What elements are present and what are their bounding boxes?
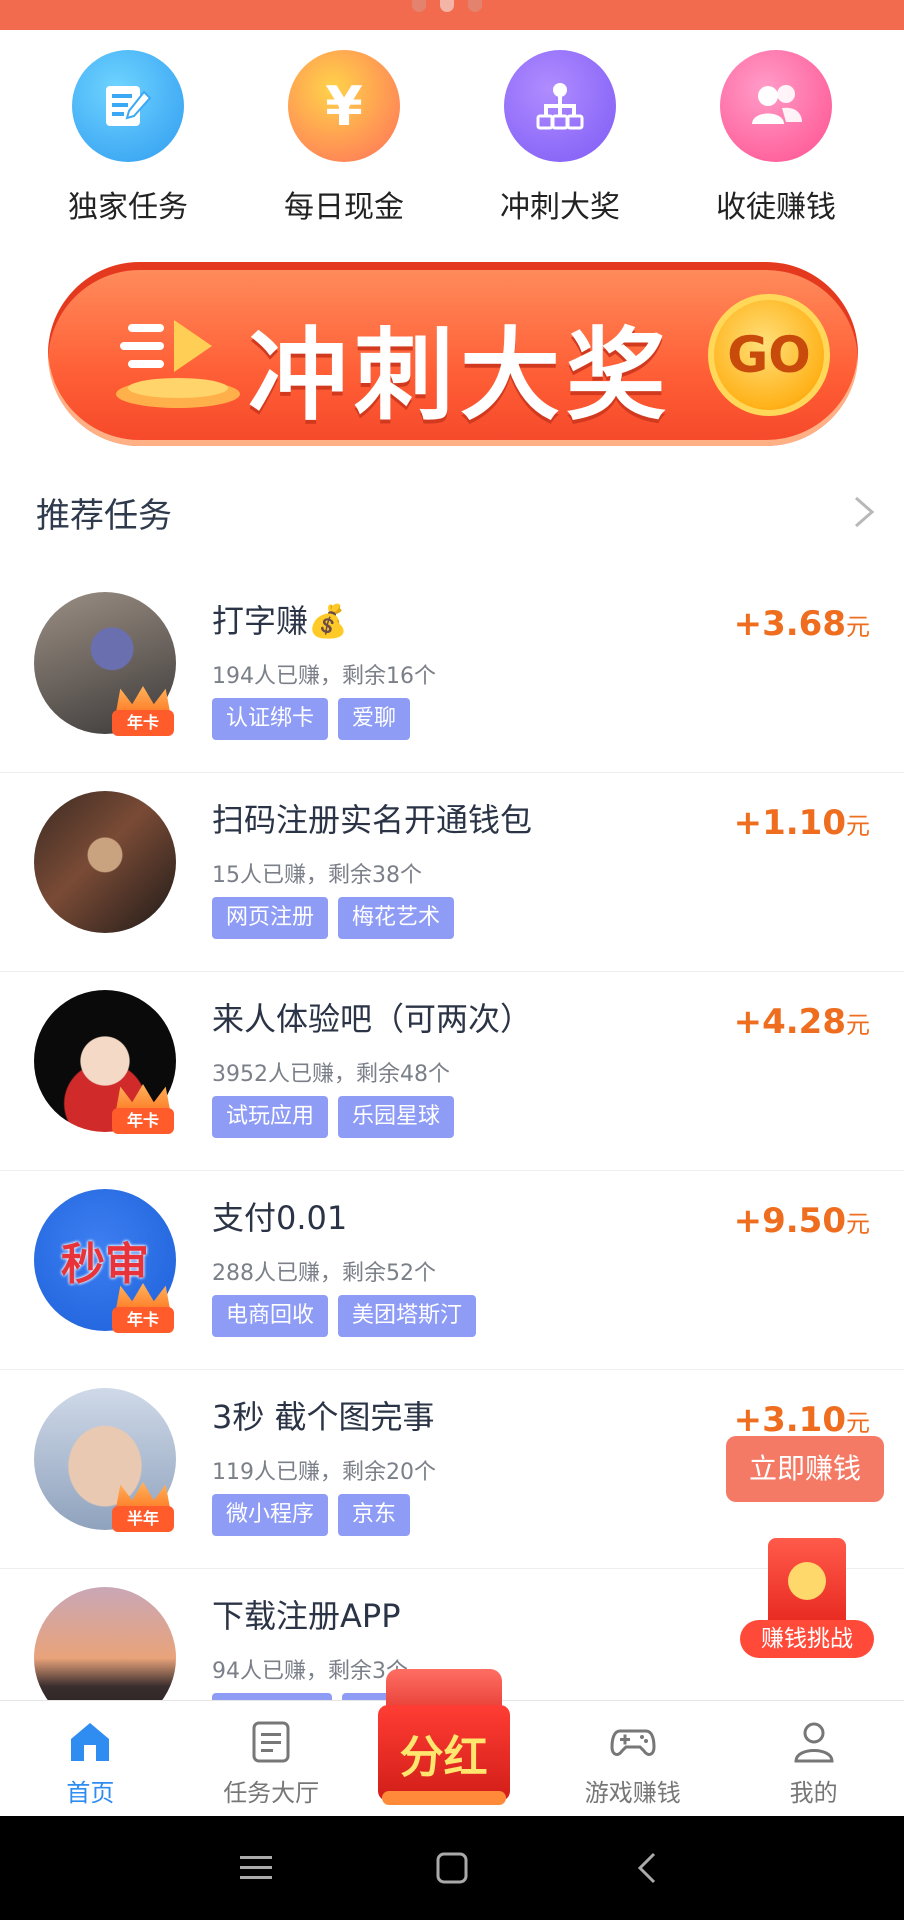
tab-label: 游戏赚钱 — [584, 1779, 681, 1807]
task-tags: 微小程序 京东 — [212, 1494, 411, 1536]
bottom-tab-bar: 首页 任务大厅 分红 游戏赚钱 我的 — [0, 1669, 904, 1816]
task-tag: 美团塔斯汀 — [338, 1295, 477, 1337]
system-nav-bar — [0, 1816, 904, 1920]
task-reward: +3.10元 — [733, 1400, 870, 1440]
challenge-label: 赚钱挑战 — [740, 1620, 874, 1658]
earn-now-button[interactable]: 立即赚钱 — [726, 1436, 884, 1502]
go-button[interactable]: GO — [708, 294, 830, 416]
sprint-prize-banner[interactable]: 冲刺大奖 GO — [48, 262, 858, 446]
chevron-right-icon[interactable] — [852, 494, 876, 530]
task-tag: 爱聊 — [338, 698, 411, 740]
quick-label: 冲刺大奖 — [500, 190, 620, 225]
task-stats: 119人已赚，剩余20个 — [212, 1460, 436, 1485]
task-tag: 京东 — [338, 1494, 411, 1536]
people-icon — [720, 50, 832, 162]
arrow-icon — [116, 320, 240, 408]
task-stats: 15人已赚，剩余38个 — [212, 863, 422, 888]
task-stats: 288人已赚，剩余52个 — [212, 1261, 436, 1286]
menu-icon[interactable] — [234, 1846, 278, 1890]
top-strip — [0, 0, 904, 30]
task-tag: 微小程序 — [212, 1494, 329, 1536]
task-reward: +1.10元 — [733, 803, 870, 843]
task-list: 年卡 打字赚💰 194人已赚，剩余16个 认证绑卡 爱聊 +3.68元 扫码注册… — [0, 574, 904, 1700]
task-tag: 梅花艺术 — [338, 897, 455, 939]
task-row[interactable]: 扫码注册实名开通钱包 15人已赚，剩余38个 网页注册 梅花艺术 +1.10元 — [0, 773, 904, 972]
tab-game-earn[interactable]: 游戏赚钱 — [542, 1701, 723, 1816]
task-title: 3秒 截个图完事 — [212, 1398, 435, 1436]
task-reward: +9.50元 — [733, 1201, 870, 1241]
crown-badge: 年卡 — [112, 1283, 174, 1339]
crown-badge: 年卡 — [112, 1084, 174, 1140]
task-list-icon — [252, 1721, 290, 1763]
quick-item-recruit-earn[interactable]: 收徒赚钱 — [676, 50, 876, 230]
task-title: 打字赚💰 — [212, 602, 348, 640]
crown-badge: 半年 — [112, 1482, 174, 1538]
user-icon — [794, 1722, 834, 1763]
tab-task-hall[interactable]: 任务大厅 — [181, 1701, 362, 1816]
quick-item-sprint-prize[interactable]: 冲刺大奖 — [460, 50, 660, 230]
task-title: 来人体验吧（可两次） — [212, 1000, 533, 1038]
edit-note-icon — [72, 50, 184, 162]
task-title: 扫码注册实名开通钱包 — [212, 801, 533, 839]
tab-mine[interactable]: 我的 — [723, 1701, 904, 1816]
task-title: 下载注册APP — [212, 1597, 401, 1635]
task-tags: 电商回收 美团塔斯汀 — [212, 1295, 477, 1337]
red-envelope-icon — [768, 1538, 846, 1630]
tab-label: 任务大厅 — [223, 1779, 320, 1807]
hierarchy-icon — [504, 50, 616, 162]
page-dot-active — [440, 0, 454, 12]
avatar — [34, 1587, 176, 1700]
tab-label: 首页 — [66, 1779, 115, 1807]
dividend-bag-icon: 分红 — [377, 1669, 510, 1809]
task-title: 支付0.01 — [212, 1199, 348, 1237]
task-tag: 网页注册 — [212, 897, 329, 939]
page-dot — [468, 0, 482, 12]
task-tag: 认证绑卡 — [212, 698, 329, 740]
quick-label: 每日现金 — [284, 190, 404, 225]
task-row[interactable]: 秒审 年卡 支付0.01 288人已赚，剩余52个 电商回收 美团塔斯汀 +9.… — [0, 1171, 904, 1370]
task-stats: 3952人已赚，剩余48个 — [212, 1062, 450, 1087]
crown-badge: 年卡 — [112, 686, 174, 742]
task-tag: 乐园星球 — [338, 1096, 455, 1138]
tab-dividend[interactable]: 分红 — [362, 1669, 543, 1816]
task-tags: 试玩应用 乐园星球 — [212, 1096, 455, 1138]
task-tag — [212, 1693, 332, 1700]
gamepad-icon — [610, 1729, 656, 1756]
task-stats: 194人已赚，剩余16个 — [212, 664, 436, 689]
home-square-icon[interactable] — [430, 1846, 474, 1890]
task-reward: +3.68元 — [733, 604, 870, 644]
quick-item-exclusive-tasks[interactable]: 独家任务 — [28, 50, 228, 230]
task-row[interactable]: 年卡 来人体验吧（可两次） 3952人已赚，剩余48个 试玩应用 乐园星球 +4… — [0, 972, 904, 1171]
quick-menu: 独家任务 ¥ 每日现金 冲刺大奖 收徒赚钱 — [0, 50, 904, 230]
quick-label: 收徒赚钱 — [716, 190, 836, 225]
task-row[interactable]: 年卡 打字赚💰 194人已赚，剩余16个 认证绑卡 爱聊 +3.68元 — [0, 574, 904, 773]
page-indicator — [412, 0, 492, 14]
task-tags: 网页注册 梅花艺术 — [212, 897, 455, 939]
home-icon — [71, 1723, 110, 1761]
task-reward: +4.28元 — [733, 1002, 870, 1042]
quick-label: 独家任务 — [68, 190, 188, 225]
earn-challenge-button[interactable]: 赚钱挑战 — [740, 1536, 874, 1660]
task-tags: 认证绑卡 爱聊 — [212, 698, 411, 740]
task-tag: 试玩应用 — [212, 1096, 329, 1138]
banner-title: 冲刺大奖 — [248, 317, 672, 434]
tab-home[interactable]: 首页 — [0, 1701, 181, 1816]
tab-label: 我的 — [789, 1779, 838, 1807]
section-title: 推荐任务 — [36, 496, 172, 536]
back-icon[interactable] — [626, 1846, 670, 1890]
page-dot — [412, 0, 426, 12]
avatar — [34, 791, 176, 933]
yuan-icon: ¥ — [288, 50, 400, 162]
task-tag: 电商回收 — [212, 1295, 329, 1337]
quick-item-daily-cash[interactable]: ¥ 每日现金 — [244, 50, 444, 230]
